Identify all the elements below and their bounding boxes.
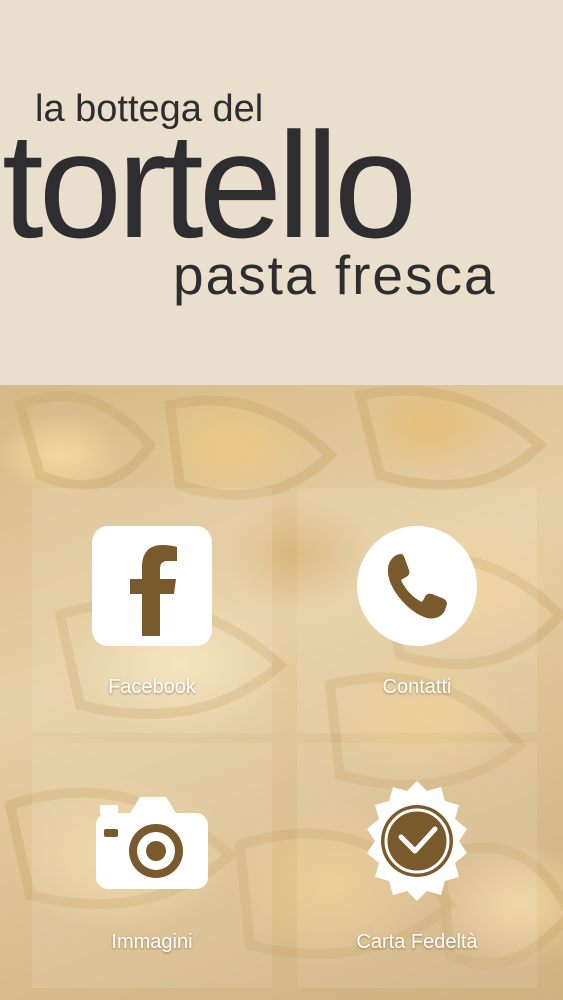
contatti-tile[interactable]: Contatti — [297, 488, 537, 733]
carta-fedelta-label: Carta Fedeltà — [356, 931, 478, 953]
pasta-background-photo: Facebook Contatti Immagini Carta Fedeltà — [0, 385, 563, 1000]
immagini-label: Immagini — [111, 931, 193, 953]
app-header: la bottega del tortello pasta fresca — [0, 0, 563, 385]
carta-fedelta-tile[interactable]: Carta Fedeltà — [297, 743, 537, 988]
facebook-tile[interactable]: Facebook — [32, 488, 272, 733]
logo-tagline-bottom: pasta fresca — [173, 244, 497, 306]
logo-brand-name: tortello — [2, 101, 417, 269]
app-screen: la bottega del tortello pasta fresca Fac… — [0, 0, 563, 1000]
contatti-label: Contatti — [382, 676, 452, 698]
loyalty-badge-icon — [367, 781, 467, 901]
camera-icon — [96, 797, 208, 889]
facebook-label: Facebook — [108, 676, 196, 698]
facebook-icon — [92, 526, 212, 646]
immagini-tile[interactable]: Immagini — [32, 743, 272, 988]
phone-icon — [357, 526, 477, 646]
